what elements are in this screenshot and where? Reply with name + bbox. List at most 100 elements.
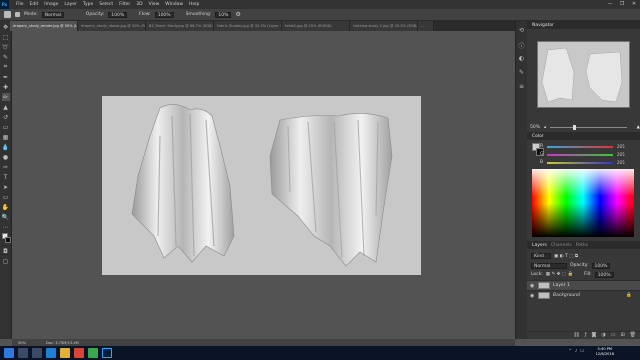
brushes-icon[interactable]: ✎ bbox=[518, 69, 526, 77]
fx-icon[interactable]: ƒ bbox=[585, 332, 587, 339]
channel-r-value[interactable]: 205 bbox=[617, 144, 625, 149]
eyedropper-tool-icon[interactable]: ✒ bbox=[2, 73, 10, 81]
screen-mode-icon[interactable]: ▢ bbox=[2, 257, 10, 265]
menu-type[interactable]: Type bbox=[80, 2, 96, 7]
tab-document-6[interactable]: clothing study 2.jpg @ 33.3% (RGB/8) bbox=[350, 21, 418, 31]
smoothing-field[interactable]: 10% bbox=[215, 11, 232, 18]
fill-field[interactable]: 100% bbox=[594, 271, 614, 278]
trash-icon[interactable]: 🗑 bbox=[630, 332, 636, 339]
volume-icon[interactable]: ♪ bbox=[575, 348, 578, 353]
history-icon[interactable]: ⟲ bbox=[518, 27, 526, 35]
menu-edit[interactable]: Edit bbox=[27, 2, 42, 7]
type-tool-icon[interactable]: T bbox=[2, 173, 10, 181]
mode-select[interactable]: Normal bbox=[41, 11, 64, 18]
lock-icons[interactable]: ▦ ✎ ✥ ⬚ 🔒 bbox=[546, 272, 573, 277]
channel-g-value[interactable]: 205 bbox=[617, 152, 625, 157]
pen-tool-icon[interactable]: ✑ bbox=[2, 163, 10, 171]
color-swatches-icon[interactable] bbox=[1, 233, 11, 245]
eraser-tool-icon[interactable]: ▭ bbox=[2, 123, 10, 131]
menu-window[interactable]: Window bbox=[162, 2, 186, 7]
blend-mode-select[interactable]: Normal bbox=[531, 262, 567, 269]
edge-icon[interactable] bbox=[46, 348, 56, 358]
menu-view[interactable]: View bbox=[146, 2, 163, 7]
kind-filter-select[interactable]: Kind bbox=[531, 252, 551, 259]
notification-icon[interactable]: ☐ bbox=[580, 348, 584, 353]
quick-mask-icon[interactable]: ◘ bbox=[2, 247, 10, 255]
lasso-tool-icon[interactable]: ➰ bbox=[2, 43, 10, 51]
status-zoom[interactable]: 50% bbox=[18, 341, 26, 345]
maximize-button[interactable]: ❐ bbox=[616, 0, 628, 9]
chrome-icon[interactable] bbox=[74, 348, 84, 358]
channel-g-slider[interactable] bbox=[547, 154, 613, 156]
tab-document-1[interactable]: drapery_study_render.jpg @ 50% (Layer 1,… bbox=[10, 21, 78, 31]
quick-select-tool-icon[interactable]: ✎ bbox=[2, 53, 10, 61]
layer-row-layer-1[interactable]: ◉ Layer 1 bbox=[527, 280, 640, 290]
move-tool-icon[interactable]: ✥ bbox=[2, 23, 10, 31]
zoom-in-icon[interactable]: ▲ bbox=[637, 125, 640, 130]
hand-tool-icon[interactable]: ✋ bbox=[2, 203, 10, 211]
color-spectrum[interactable] bbox=[532, 169, 634, 237]
link-layers-icon[interactable]: ⛓ bbox=[573, 332, 579, 339]
taskbar-clock[interactable]: 5:40 PM 12/6/2018 bbox=[596, 347, 614, 357]
status-doc-size[interactable]: Doc: 3.75M/13.4M bbox=[46, 341, 79, 345]
marquee-tool-icon[interactable]: ⬚ bbox=[2, 33, 10, 41]
layer-name[interactable]: Layer 1 bbox=[553, 283, 570, 288]
menu-image[interactable]: Image bbox=[41, 2, 61, 7]
layer-row-background[interactable]: ◉ Background 🔒 bbox=[527, 290, 640, 300]
info-icon[interactable]: ⓘ bbox=[518, 41, 526, 50]
document-canvas[interactable] bbox=[102, 96, 421, 275]
stamp-tool-icon[interactable]: ▲ bbox=[2, 103, 10, 111]
zoom-tool-icon[interactable]: 🔍 bbox=[2, 213, 10, 221]
file-explorer-icon[interactable] bbox=[60, 348, 70, 358]
new-layer-icon[interactable]: ⊞ bbox=[620, 332, 624, 339]
layer-name[interactable]: Background bbox=[553, 293, 580, 298]
start-icon[interactable] bbox=[4, 348, 14, 358]
tab-document-3[interactable]: B5_Fabric Study.jpg @ 66.7% (RGB/8) bbox=[146, 21, 214, 31]
close-button[interactable]: ✕ bbox=[628, 0, 640, 9]
crop-tool-icon[interactable]: ⌗ bbox=[2, 63, 10, 71]
tab-document-2[interactable]: drapery_study_obose.jpg @ 50% (RGB/8) bbox=[78, 21, 146, 31]
flow-field[interactable]: 100% bbox=[154, 11, 174, 18]
tab-overflow[interactable]: ... bbox=[418, 21, 434, 31]
channel-b-value[interactable]: 205 bbox=[617, 160, 625, 165]
brush-tool-icon[interactable]: ✏ bbox=[1, 93, 10, 101]
opacity-field[interactable]: 100% bbox=[108, 11, 128, 18]
adjustment-layer-icon[interactable]: ◑ bbox=[601, 332, 605, 339]
brush-settings-icon[interactable] bbox=[15, 12, 20, 17]
menu-filter[interactable]: Filter bbox=[116, 2, 133, 7]
tab-document-5[interactable]: folds2.jpg @ 25% (RGB/8) bbox=[282, 21, 350, 31]
mask-icon[interactable]: ◙ bbox=[591, 332, 596, 339]
dodge-tool-icon[interactable]: ● bbox=[2, 153, 10, 161]
tray-overflow-icon[interactable]: ^ bbox=[568, 348, 571, 353]
channel-r-slider[interactable] bbox=[547, 146, 613, 148]
healing-tool-icon[interactable]: ✚ bbox=[2, 83, 10, 91]
color-title[interactable]: Color bbox=[530, 134, 546, 139]
channel-b-slider[interactable] bbox=[547, 162, 613, 164]
group-icon[interactable]: ▭ bbox=[611, 332, 616, 339]
path-select-tool-icon[interactable]: ➤ bbox=[2, 183, 10, 191]
tab-paths[interactable]: Paths bbox=[574, 243, 590, 248]
navigator-zoom-value[interactable]: 50% bbox=[530, 125, 540, 130]
visibility-eye-icon[interactable]: ◉ bbox=[530, 293, 535, 299]
minimize-button[interactable]: — bbox=[604, 0, 616, 9]
blur-tool-icon[interactable]: 💧 bbox=[2, 143, 10, 151]
tab-document-4[interactable]: Fabric Studies.jpg @ 33.3% (Layer 1, RG.… bbox=[214, 21, 282, 31]
zoom-out-icon[interactable]: ▴ bbox=[544, 125, 546, 130]
gradient-tool-icon[interactable]: ▦ bbox=[2, 133, 10, 141]
tab-layers[interactable]: Layers bbox=[530, 243, 549, 248]
more-tools-icon[interactable]: ⋯ bbox=[2, 223, 10, 231]
menu-layer[interactable]: Layer bbox=[61, 2, 80, 7]
navigator-thumbnail[interactable] bbox=[537, 41, 630, 108]
menu-3d[interactable]: 3D bbox=[133, 2, 145, 7]
properties-icon[interactable]: ≡ bbox=[518, 83, 526, 91]
shape-tool-icon[interactable]: ▭ bbox=[2, 193, 10, 201]
layer-opacity-field[interactable]: 100% bbox=[591, 262, 611, 269]
visibility-eye-icon[interactable]: ◉ bbox=[530, 283, 535, 289]
settings-gear-icon[interactable]: ⚙ bbox=[235, 11, 240, 18]
navigator-title[interactable]: Navigator bbox=[530, 23, 556, 28]
menu-help[interactable]: Help bbox=[186, 2, 202, 7]
zoom-slider[interactable] bbox=[550, 124, 627, 130]
filter-icons[interactable]: ▣ ◐ T ⬚ ⧉ bbox=[554, 253, 578, 259]
brush-tool-preset-icon[interactable] bbox=[4, 11, 11, 18]
task-view-icon[interactable] bbox=[32, 348, 42, 358]
